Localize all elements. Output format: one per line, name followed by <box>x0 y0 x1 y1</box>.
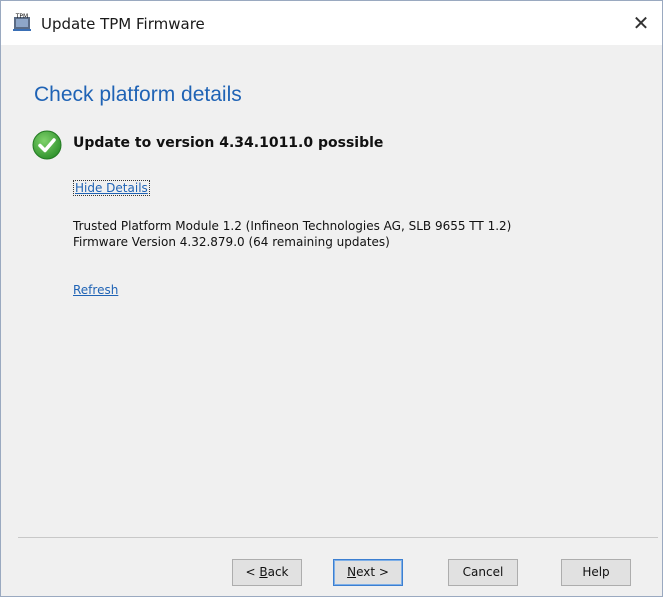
dialog-window: TPM Update TPM Firmware ✕ Check platform… <box>0 0 663 597</box>
close-icon: ✕ <box>632 11 650 35</box>
title-bar[interactable]: TPM Update TPM Firmware ✕ <box>1 1 662 45</box>
refresh-link[interactable]: Refresh <box>73 283 118 297</box>
close-button[interactable]: ✕ <box>626 9 656 37</box>
success-check-icon <box>32 130 62 160</box>
back-button[interactable]: < Back <box>232 559 302 586</box>
help-button[interactable]: Help <box>561 559 631 586</box>
firmware-version-info: Firmware Version 4.32.879.0 (64 remainin… <box>73 235 390 249</box>
page-title: Check platform details <box>34 83 242 106</box>
cancel-button[interactable]: Cancel <box>448 559 518 586</box>
content-area: Check platform details Update to version… <box>1 45 662 535</box>
svg-text:TPM: TPM <box>15 13 28 20</box>
window-title: Update TPM Firmware <box>41 15 205 33</box>
tpm-icon: TPM <box>13 13 31 31</box>
footer-separator <box>18 537 658 538</box>
status-message: Update to version 4.34.1011.0 possible <box>73 135 384 151</box>
tpm-module-info: Trusted Platform Module 1.2 (Infineon Te… <box>73 219 512 233</box>
next-button[interactable]: Next > <box>333 559 403 586</box>
hide-details-link[interactable]: Hide Details <box>73 180 150 196</box>
